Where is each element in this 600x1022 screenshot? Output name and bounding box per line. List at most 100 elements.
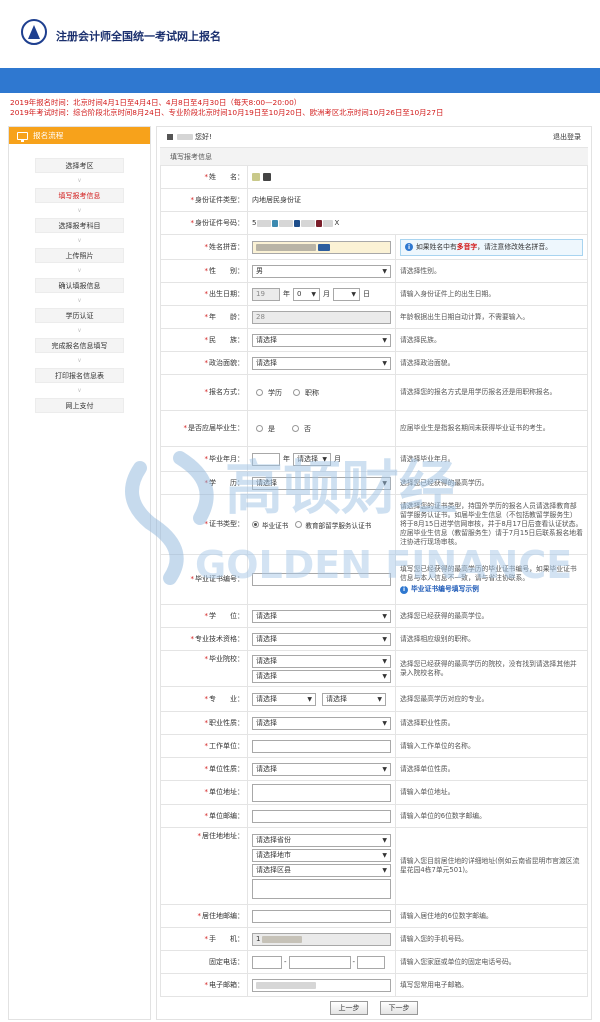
chevron-down-icon: ∨: [77, 297, 82, 304]
row-birth: * 出生日期： 19 年 0 ▼ 月 ▼ 日 请输入身份证件上的出生日期。: [161, 283, 587, 306]
row-email: * 电子邮箱： 填写您常用电子邮箱。: [161, 974, 587, 997]
cert-no-input[interactable]: [252, 573, 391, 586]
chevron-down-icon: ∨: [77, 267, 82, 274]
username-redacted: [177, 134, 193, 140]
name-redacted: [252, 173, 260, 181]
row-education: * 学 历： 请选择 ▼ 选择您已经获得的最高学历。: [161, 472, 587, 495]
main-panel: 您好! 退出登录 填写报考信息 * 姓 名： * 身份证件类型： 内地居民身份证 *…: [156, 126, 592, 1020]
grad-year-input[interactable]: [252, 452, 280, 466]
phone-number-input[interactable]: [288, 955, 351, 969]
next-button[interactable]: 下一步: [380, 1001, 418, 1015]
section-title: 填写报考信息: [160, 147, 588, 166]
step-choose-region[interactable]: 选择考区: [35, 158, 124, 173]
step-online-payment[interactable]: 网上支付: [35, 398, 124, 413]
employer-tip: 请输入工作单位的名称。: [400, 741, 475, 750]
row-job-type: * 职业性质： 请选择 ▼ 请选择职业性质。: [161, 712, 587, 735]
info-icon: i: [405, 243, 413, 251]
user-icon: [167, 134, 173, 140]
row-employer-type: * 单位性质： 请选择 ▼ 请选择单位性质。: [161, 758, 587, 781]
email-input[interactable]: [252, 978, 391, 992]
home-county-select[interactable]: 请选择区县 ▼: [252, 863, 391, 877]
row-degree: * 学 位： 请选择 ▼ 选择您已经获得的最高学位。: [161, 605, 587, 628]
sidebar: 报名流程 选择考区 ∨ 填写报考信息 ∨ 选择报考科目 ∨ 上传照片 ∨ 确认填…: [8, 126, 151, 1020]
mobile-input[interactable]: 1: [252, 932, 391, 946]
chevron-down-icon: ∨: [77, 357, 82, 364]
major-select[interactable]: 请选择 ▼: [322, 692, 386, 706]
step-degree-verification[interactable]: 学历认证: [35, 308, 124, 323]
employer-input[interactable]: [252, 739, 391, 753]
grad-year-label: 毕业年月：: [209, 454, 244, 463]
row-political: * 政治面貌： 请选择 ▼ 请选择政治面貌。: [161, 352, 587, 375]
phone-ext-input[interactable]: [357, 955, 386, 969]
title-select[interactable]: 请选择 ▼: [252, 632, 391, 646]
home-city-select[interactable]: 请选择地市 ▼: [252, 848, 391, 862]
apply-method-tip: 请选择您的报名方式是用学历报名还是用职称报名。: [400, 388, 557, 396]
cert-type-overseas-radio[interactable]: [295, 521, 303, 528]
notice-registration-time: 2019年报名时间：北京时间4月1日至4月4日、4月8日至4月30日（每天8:0…: [10, 98, 302, 107]
phone-area-input[interactable]: [252, 955, 282, 969]
home-zip-input[interactable]: [252, 909, 391, 923]
cert-type-diploma-radio[interactable]: [252, 521, 259, 528]
prev-button[interactable]: 上一步: [330, 1001, 368, 1015]
step-complete-info[interactable]: 完成报名信息填写: [35, 338, 124, 353]
school-select[interactable]: 请选择 ▼: [252, 669, 391, 683]
political-select[interactable]: 请选择 ▼: [252, 356, 391, 370]
form-buttons: 上一步 下一步: [157, 1001, 591, 1015]
blue-banner: [0, 68, 600, 93]
logout-link[interactable]: 退出登录: [553, 132, 581, 142]
employer-addr-input[interactable]: [252, 783, 391, 802]
row-name: * 姓 名：: [161, 166, 587, 189]
fresh-grad-no-radio[interactable]: [292, 425, 299, 432]
row-employer-addr: * 单位地址： 请输入单位地址。: [161, 781, 587, 805]
row-phone: 固定电话： - - 请输入您家庭或单位的固定电话号码。: [161, 951, 587, 974]
step-confirm-info[interactable]: 确认填报信息: [35, 278, 124, 293]
birth-month-select[interactable]: 0 ▼: [293, 287, 320, 301]
employer-type-select[interactable]: 请选择 ▼: [252, 762, 391, 776]
notice-exam-time: 2019年考试时间：综合阶段北京时间8月24日、专业阶段北京时间10月19日至1…: [10, 108, 444, 117]
pinyin-input[interactable]: [252, 240, 391, 254]
row-home-addr: * 居住地地址： 请选择省份 ▼ 请选择地市 ▼ 请选择区县 ▼ 请输入您目前居住地的详…: [161, 828, 587, 905]
step-fill-info[interactable]: 填写报考信息: [35, 188, 124, 203]
phone-tip: 请输入您家庭或单位的固定电话号码。: [400, 957, 516, 966]
major-category-select[interactable]: 请选择 ▼: [252, 692, 316, 706]
step-upload-photo[interactable]: 上传照片: [35, 248, 124, 263]
pinyin-label: 姓名拼音：: [209, 242, 244, 251]
apply-method-title-radio[interactable]: [293, 389, 300, 396]
row-age: * 年 龄： 28 年龄根据出生日期自动计算，不需要输入。: [161, 306, 587, 329]
apply-method-degree-radio[interactable]: [256, 389, 263, 396]
id-number-redacted: X: [334, 219, 340, 227]
cert-no-example-link[interactable]: i 毕业证书编号填写示例: [400, 585, 583, 594]
birth-year-input[interactable]: 19: [252, 287, 280, 301]
grad-month-select[interactable]: 请选择 ▼: [293, 452, 331, 466]
employer-addr-label: 单位地址：: [209, 788, 244, 796]
degree-select[interactable]: 请选择 ▼: [252, 609, 391, 623]
title-label: 专业技术资格：: [195, 634, 244, 643]
fresh-grad-yes-radio[interactable]: [256, 425, 263, 432]
row-employer-zip: * 单位邮编： 请输入单位的6位数字邮编。: [161, 805, 587, 828]
step-choose-subjects[interactable]: 选择报考科目: [35, 218, 124, 233]
pinyin-hint: i 如果姓名中有多音字，请注意修改姓名拼音。: [400, 238, 583, 256]
employer-zip-input[interactable]: [252, 809, 391, 823]
school-province-select[interactable]: 请选择 ▼: [252, 654, 391, 668]
employer-type-label: 单位性质：: [209, 764, 244, 773]
mobile-tip: 请输入您的手机号码。: [400, 934, 468, 943]
email-tip: 填写您常用电子邮箱。: [400, 980, 468, 989]
birth-day-select[interactable]: ▼: [333, 287, 360, 301]
sidebar-header: 报名流程: [9, 127, 150, 144]
row-id-type: * 身份证件类型： 内地居民身份证: [161, 189, 587, 212]
chevron-down-icon: ∨: [77, 387, 82, 394]
row-fresh-grad: * 是否应届毕业生： 是 否 应届毕业生是指报名期间未获得毕业证书的考生。: [161, 411, 587, 447]
cicpa-logo-icon: [21, 19, 47, 45]
row-home-zip: * 居住地邮编： 请输入居住地的6位数字邮编。: [161, 905, 587, 928]
job-type-select[interactable]: 请选择 ▼: [252, 716, 391, 730]
step-print-form[interactable]: 打印报名信息表: [35, 368, 124, 383]
apply-method-label: 报名方式：: [209, 388, 244, 396]
degree-label: 学 位：: [209, 611, 244, 620]
gender-select[interactable]: 男 ▼: [252, 264, 391, 278]
home-province-select[interactable]: 请选择省份 ▼: [252, 833, 391, 847]
home-addr-label: 居住地地址：: [202, 832, 244, 840]
education-select[interactable]: 请选择 ▼: [252, 476, 391, 490]
education-tip: 选择您已经获得的最高学历。: [400, 478, 489, 487]
home-addr-input[interactable]: [252, 878, 391, 899]
ethnic-select[interactable]: 请选择 ▼: [252, 333, 391, 347]
